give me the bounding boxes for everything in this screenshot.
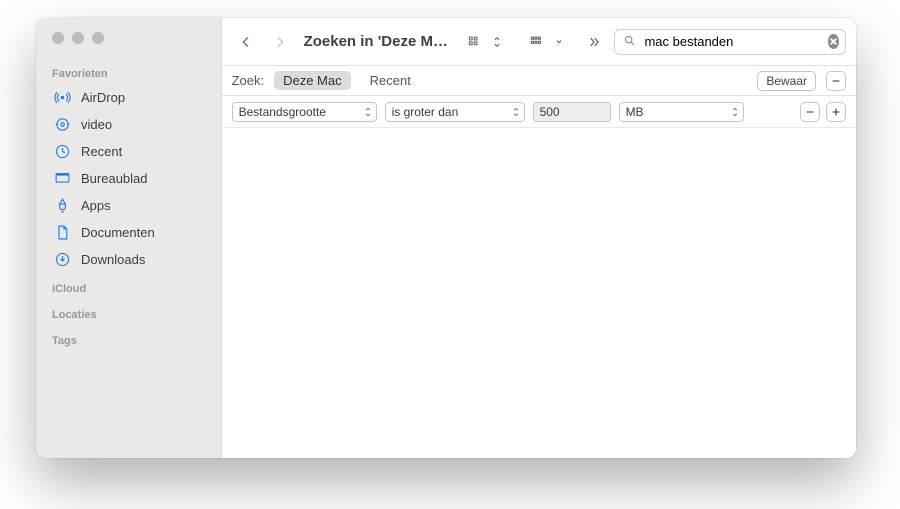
- sidebar-item-video[interactable]: video: [44, 111, 213, 138]
- sidebar-item-label: Bureaublad: [81, 171, 148, 186]
- sidebar-item-label: Recent: [81, 144, 122, 159]
- airdrop-icon: [54, 89, 71, 106]
- sidebar-item-documents[interactable]: Documenten: [44, 219, 213, 246]
- criteria-unit-select[interactable]: MB: [619, 102, 744, 122]
- download-icon: [54, 251, 71, 268]
- sidebar-item-label: video: [81, 117, 112, 132]
- video-icon: [54, 116, 71, 133]
- sidebar: Favorieten AirDrop video Recent: [36, 18, 222, 458]
- results-area: [222, 128, 856, 458]
- criteria-value-input[interactable]: [533, 102, 611, 122]
- finder-window: Favorieten AirDrop video Recent: [36, 18, 856, 458]
- chevron-down-icon: [550, 35, 568, 49]
- criteria-attribute-select[interactable]: Bestandsgrootte: [232, 102, 377, 122]
- criteria-remove-button[interactable]: [800, 102, 820, 122]
- search-scope-bar: Zoek: Deze Mac Recent Bewaar: [222, 66, 856, 96]
- criteria-add-button[interactable]: [826, 102, 846, 122]
- clear-search-button[interactable]: [828, 34, 839, 49]
- sidebar-section-tags[interactable]: Tags: [36, 325, 221, 351]
- updown-icon: [512, 106, 520, 118]
- toolbar-overflow-button[interactable]: [580, 28, 608, 56]
- sidebar-item-airdrop[interactable]: AirDrop: [44, 84, 213, 111]
- sidebar-favorites-list: AirDrop video Recent Bureaublad: [36, 84, 221, 273]
- sidebar-section-locations[interactable]: Locaties: [36, 299, 221, 325]
- sidebar-item-downloads[interactable]: Downloads: [44, 246, 213, 273]
- search-field[interactable]: [614, 29, 846, 55]
- clock-icon: [54, 143, 71, 160]
- view-mode-button[interactable]: [462, 35, 512, 49]
- updown-icon: [364, 106, 372, 118]
- sidebar-item-label: Apps: [81, 198, 111, 213]
- window-title: Zoeken in 'Deze M…: [300, 33, 457, 50]
- apps-icon: [54, 197, 71, 214]
- sidebar-item-desktop[interactable]: Bureaublad: [44, 165, 213, 192]
- close-window-button[interactable]: [52, 32, 64, 44]
- group-by-button[interactable]: [524, 35, 574, 49]
- criteria-operator-select[interactable]: is groter dan: [385, 102, 525, 122]
- criteria-attribute-value: Bestandsgrootte: [239, 105, 326, 119]
- save-search-button[interactable]: Bewaar: [757, 71, 816, 91]
- scope-option-recent[interactable]: Recent: [361, 71, 420, 90]
- sidebar-section-favorites: Favorieten: [36, 58, 221, 84]
- zoom-window-button[interactable]: [92, 32, 104, 44]
- document-icon: [54, 224, 71, 241]
- criteria-unit-value: MB: [626, 105, 644, 119]
- forward-button[interactable]: [266, 28, 294, 56]
- scope-label: Zoek:: [232, 73, 265, 88]
- search-criteria-row: Bestandsgrootte is groter dan MB: [222, 96, 856, 128]
- window-controls: [36, 32, 221, 58]
- main-panel: Zoeken in 'Deze M…: [222, 18, 856, 458]
- sidebar-item-apps[interactable]: Apps: [44, 192, 213, 219]
- toolbar: Zoeken in 'Deze M…: [222, 18, 856, 66]
- sidebar-item-label: AirDrop: [81, 90, 125, 105]
- search-icon: [623, 34, 636, 50]
- sidebar-item-label: Downloads: [81, 252, 145, 267]
- scope-option-this-mac[interactable]: Deze Mac: [274, 71, 351, 90]
- updown-icon: [731, 106, 739, 118]
- desktop-icon: [54, 170, 71, 187]
- sidebar-section-icloud[interactable]: iCloud: [36, 273, 221, 299]
- updown-icon: [488, 35, 506, 49]
- sidebar-item-recent[interactable]: Recent: [44, 138, 213, 165]
- criteria-operator-value: is groter dan: [392, 105, 459, 119]
- minimize-window-button[interactable]: [72, 32, 84, 44]
- remove-criteria-row-button[interactable]: [826, 71, 846, 91]
- sidebar-item-label: Documenten: [81, 225, 155, 240]
- back-button[interactable]: [232, 28, 260, 56]
- search-input[interactable]: [642, 33, 822, 50]
